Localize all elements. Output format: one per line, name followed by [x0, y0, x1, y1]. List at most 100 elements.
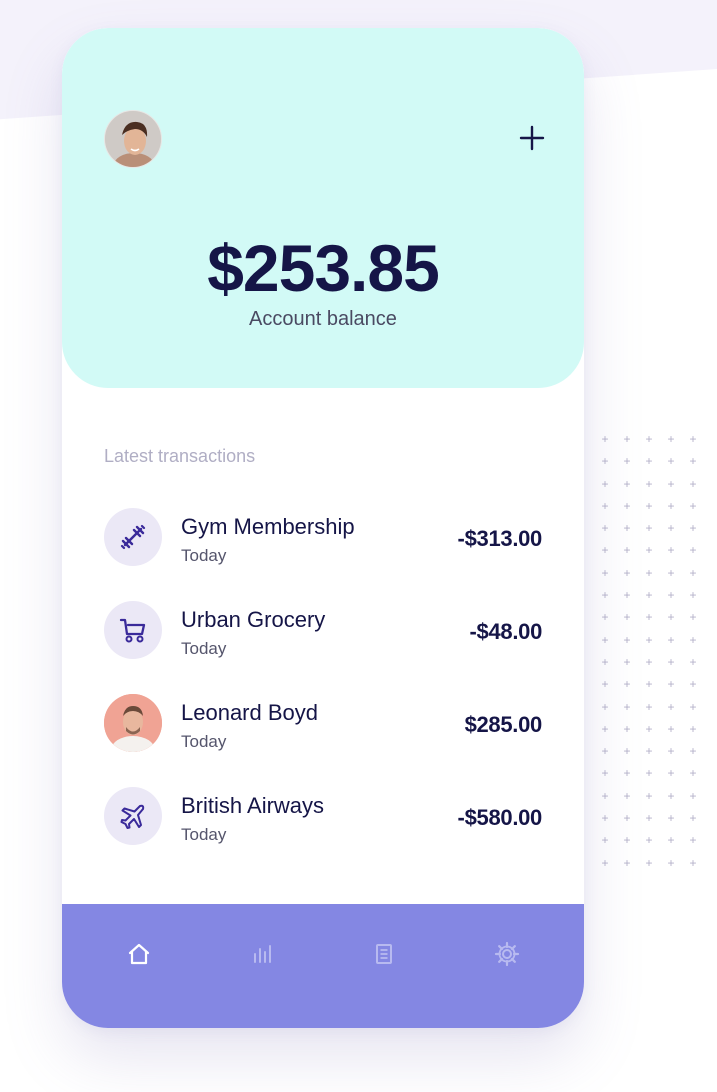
- decorative-plus: +: [645, 610, 653, 625]
- decorative-plus: +: [689, 855, 697, 870]
- latest-transactions-title: Latest transactions: [104, 446, 256, 466]
- decorative-plus: +: [645, 632, 653, 647]
- decorative-plus: +: [623, 744, 631, 759]
- decorative-plus: +: [645, 543, 653, 558]
- decorative-plus: +: [667, 588, 675, 603]
- transaction-row-grocery[interactable]: Urban Grocery Today -$48.00: [104, 599, 544, 692]
- decorative-plus: +: [667, 833, 675, 848]
- decorative-plus: +: [623, 476, 631, 491]
- nav-settings[interactable]: [446, 904, 569, 1004]
- transaction-date: Today: [181, 825, 227, 844]
- decorative-plus: +: [689, 610, 697, 625]
- nav-documents[interactable]: [323, 904, 446, 1004]
- decorative-plus: +: [689, 521, 697, 536]
- decorative-plus: +: [601, 432, 609, 446]
- plus-icon: [519, 125, 545, 151]
- decorative-plus: +: [645, 677, 653, 692]
- decorative-plus: +: [623, 654, 631, 669]
- decorative-plus: +: [667, 699, 675, 714]
- decorative-plus: +: [623, 766, 631, 781]
- decorative-plus: +: [601, 721, 609, 736]
- decorative-plus: +: [645, 766, 653, 781]
- decorative-plus: +: [689, 677, 697, 692]
- decorative-plus: +: [601, 654, 609, 669]
- bottom-navigation: [62, 904, 584, 1028]
- decorative-plus: +: [601, 588, 609, 603]
- decorative-plus: +: [689, 632, 697, 647]
- transaction-row-leonard[interactable]: Leonard Boyd Today $285.00: [104, 692, 544, 785]
- decorative-plus: +: [601, 677, 609, 692]
- decorative-plus: +: [689, 744, 697, 759]
- decorative-plus: +: [623, 432, 631, 446]
- transaction-row-airways[interactable]: British Airways Today -$580.00: [104, 785, 544, 878]
- decorative-plus: +: [601, 788, 609, 803]
- decorative-plus: +: [601, 833, 609, 848]
- transaction-date: Today: [181, 546, 227, 565]
- add-button[interactable]: [512, 118, 552, 158]
- decorative-plus: +: [623, 699, 631, 714]
- decorative-plus: +: [667, 654, 675, 669]
- user-avatar[interactable]: [104, 110, 162, 168]
- decorative-plus: +: [689, 588, 697, 603]
- decorative-plus: +: [667, 498, 675, 513]
- decorative-plus: +: [667, 432, 675, 446]
- decorative-plus: +: [601, 543, 609, 558]
- decorative-plus: +: [645, 855, 653, 870]
- transaction-name: Urban Grocery: [181, 607, 326, 632]
- nav-stats[interactable]: [201, 904, 324, 1004]
- transaction-name: Gym Membership: [181, 514, 355, 539]
- decorative-plus: +: [623, 498, 631, 513]
- decorative-plus: +: [645, 565, 653, 580]
- decorative-plus: +: [601, 498, 609, 513]
- decorative-plus: +: [645, 833, 653, 848]
- decorative-plus: +: [645, 721, 653, 736]
- decorative-plus: +: [667, 610, 675, 625]
- decorative-plus: +: [623, 833, 631, 848]
- balance-header: $253.85 Account balance: [62, 28, 584, 388]
- decorative-plus: +: [601, 632, 609, 647]
- decorative-plus: +: [667, 677, 675, 692]
- shopping-cart-icon: [104, 601, 162, 659]
- decorative-plus: +: [623, 811, 631, 826]
- dumbbell-icon: [104, 508, 162, 566]
- decorative-plus: +: [645, 811, 653, 826]
- decorative-plus: +: [601, 565, 609, 580]
- decorative-plus: +: [623, 588, 631, 603]
- transaction-amount: -$313.00: [457, 526, 543, 551]
- transaction-name: Leonard Boyd: [181, 700, 318, 725]
- decorative-plus: +: [623, 721, 631, 736]
- decorative-plus: +: [667, 476, 675, 491]
- decorative-plus: +: [623, 610, 631, 625]
- decorative-plus: +: [667, 811, 675, 826]
- transaction-amount: -$580.00: [457, 805, 543, 830]
- decorative-plus: +: [689, 654, 697, 669]
- decorative-plus: +: [645, 521, 653, 536]
- decorative-plus: +: [601, 855, 609, 870]
- decorative-plus: +: [623, 788, 631, 803]
- decorative-plus: +: [667, 521, 675, 536]
- decorative-plus: +: [667, 632, 675, 647]
- decorative-plus: +: [689, 766, 697, 781]
- decorative-plus: +: [689, 498, 697, 513]
- decorative-plus: +: [689, 454, 697, 469]
- transaction-amount: $285.00: [464, 712, 543, 737]
- decorative-plus: +: [667, 454, 675, 469]
- transaction-name: British Airways: [181, 793, 325, 818]
- airplane-icon: [104, 787, 162, 845]
- decorative-plus: +: [667, 788, 675, 803]
- decorative-plus: +: [645, 744, 653, 759]
- decorative-plus: +: [667, 766, 675, 781]
- decorative-plus: +: [623, 632, 631, 647]
- decorative-plus: +: [601, 744, 609, 759]
- gear-icon: [494, 941, 519, 967]
- decorative-plus: +: [689, 565, 697, 580]
- home-icon: [129, 943, 150, 965]
- transaction-row-gym[interactable]: Gym Membership Today -$313.00: [104, 506, 544, 599]
- decorative-plus: +: [601, 811, 609, 826]
- decorative-plus: +: [601, 699, 609, 714]
- nav-home[interactable]: [78, 904, 201, 1004]
- decorative-plus: +: [667, 721, 675, 736]
- decorative-plus: +: [689, 833, 697, 848]
- decorative-plus: +: [623, 543, 631, 558]
- bar-chart-icon: [253, 945, 271, 963]
